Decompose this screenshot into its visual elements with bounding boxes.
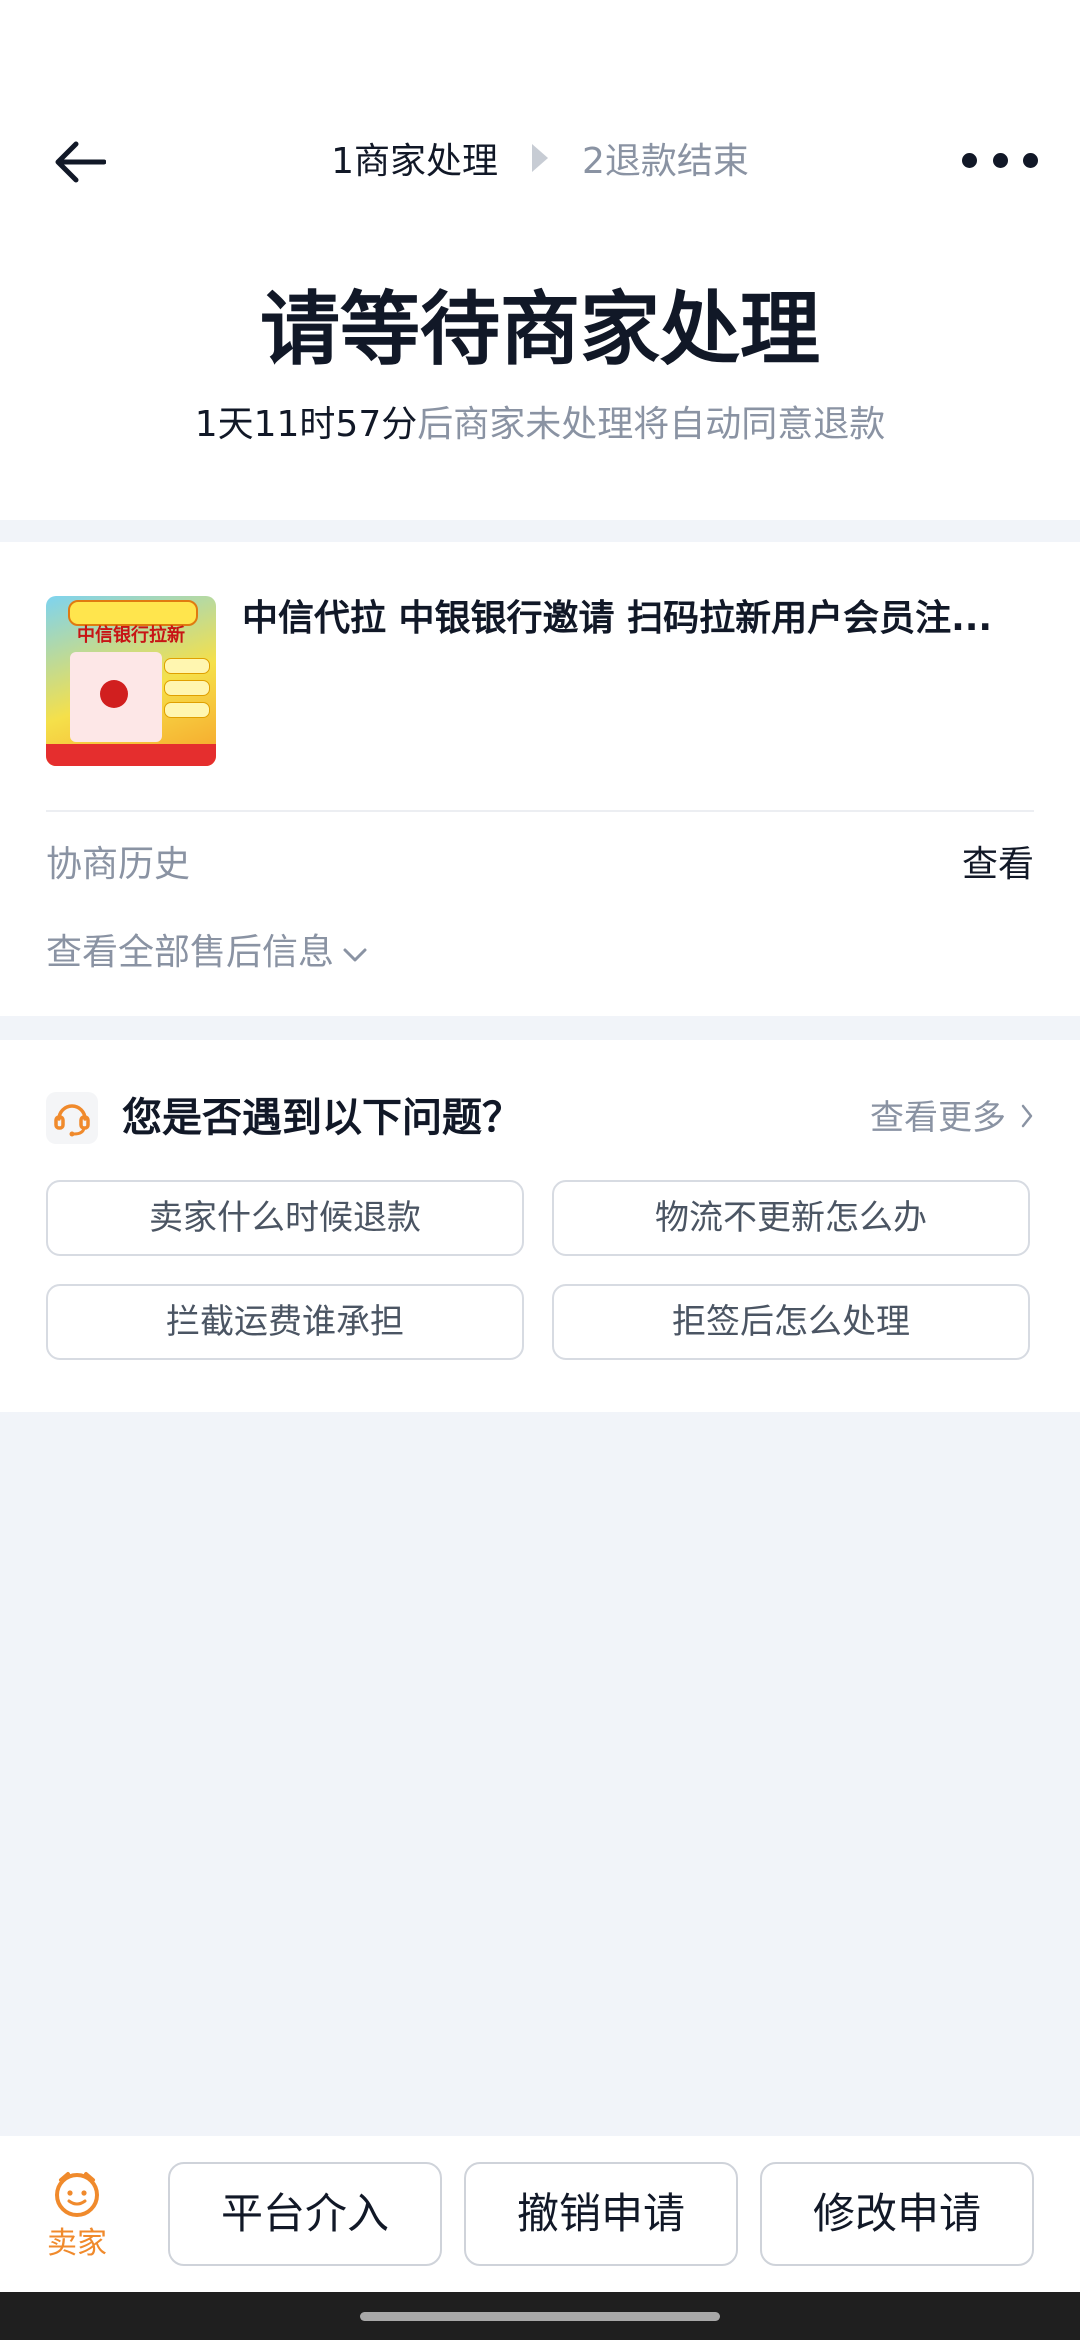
countdown-suffix: 后商家未处理将自动同意退款 (417, 404, 886, 445)
modify-request-button[interactable]: 修改申请 (760, 2162, 1034, 2266)
faq-card: 您是否遇到以下问题？ 查看更多 卖家什么时候退款 物流不更新怎么办 拦截运费谁承… (0, 1040, 1080, 1412)
customer-service-icon (46, 1092, 98, 1144)
contact-seller-button[interactable]: 卖家 (40, 2168, 114, 2268)
thumbnail-text: 中信银行拉新 (77, 625, 185, 646)
step-refund-finished: 2退款结束 (582, 141, 749, 182)
product-thumbnail[interactable]: 中信银行拉新 (46, 596, 216, 766)
more-dots-icon[interactable] (962, 130, 1038, 190)
chevron-right-icon (1020, 1092, 1034, 1144)
order-card: 中信银行拉新 中信代拉 中银银行邀请 扫码拉新用户会员注... 协商历史 查看 … (0, 542, 1080, 1016)
chevron-down-icon (342, 926, 368, 980)
step-separator-icon (532, 144, 548, 172)
system-navigation-bar (0, 2292, 1080, 2340)
after-sales-label: 查看全部售后信息 (46, 932, 335, 973)
countdown-text: 1天11时57分后商家未处理将自动同意退款 (0, 398, 1080, 452)
countdown-time: 1天11时57分 (194, 404, 418, 445)
platform-intervention-button[interactable]: 平台介入 (168, 2162, 442, 2266)
status-header: 1商家处理 2退款结束 请等待商家处理 1天11时57分后商家未处理将自动同意退… (0, 0, 1080, 520)
faq-question-button[interactable]: 拒签后怎么处理 (552, 1284, 1030, 1360)
view-more-label: 查看更多 (870, 1098, 1006, 1138)
divider (46, 810, 1034, 812)
cancel-request-button[interactable]: 撤销申请 (464, 2162, 738, 2266)
progress-steps: 1商家处理 2退款结束 (0, 128, 1080, 188)
step-merchant-processing: 1商家处理 (331, 141, 498, 182)
faq-question-button[interactable]: 物流不更新怎么办 (552, 1180, 1030, 1256)
faq-question-button[interactable]: 卖家什么时候退款 (46, 1180, 524, 1256)
page-title: 请等待商家处理 (260, 283, 820, 376)
view-more-link[interactable]: 查看更多 (840, 1092, 1034, 1144)
view-history-link[interactable]: 查看 (950, 838, 1034, 892)
faq-title: 您是否遇到以下问题？ (122, 1095, 522, 1141)
seller-label: 卖家 (47, 2226, 107, 2261)
product-title[interactable]: 中信代拉 中银银行邀请 扫码拉新用户会员注... (242, 594, 1032, 644)
view-all-after-sales-link[interactable]: 查看全部售后信息 (46, 926, 368, 980)
home-gesture-handle[interactable] (360, 2312, 720, 2321)
bottom-action-bar: 卖家 平台介入 撤销申请 修改申请 (0, 2136, 1080, 2292)
negotiation-history-label: 协商历史 (46, 844, 191, 885)
faq-question-button[interactable]: 拦截运费谁承担 (46, 1284, 524, 1360)
seller-face-icon (55, 2172, 99, 2217)
